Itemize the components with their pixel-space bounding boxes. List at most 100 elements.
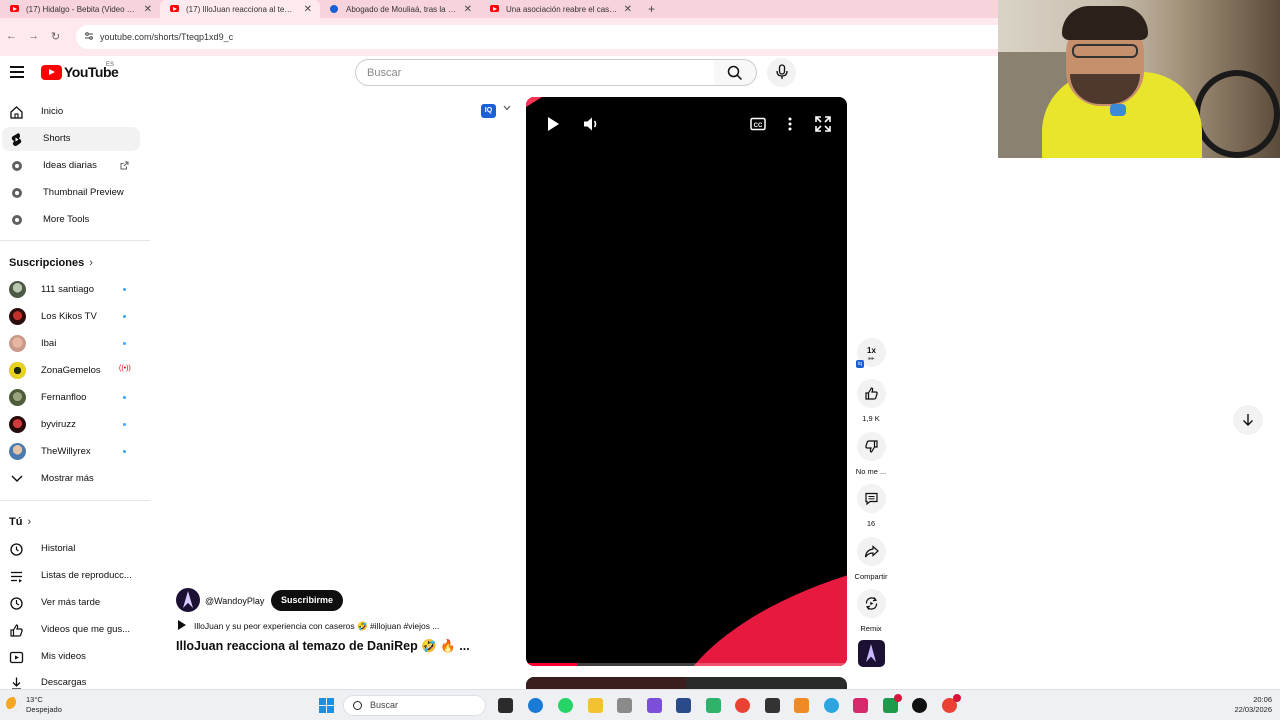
subscribe-button[interactable]: Suscribirme — [271, 590, 343, 611]
new-content-dot — [123, 288, 126, 291]
close-icon[interactable]: ✕ — [304, 4, 312, 15]
sidebar-item-inicio[interactable]: Inicio — [0, 100, 138, 124]
url-field[interactable]: youtube.com/shorts/Tteqp1xd9_c — [76, 25, 998, 49]
next-short-button[interactable] — [1233, 405, 1263, 435]
chrome-icon[interactable] — [942, 694, 961, 713]
channel-thumbnail[interactable] — [858, 640, 885, 667]
browser-tab[interactable]: Una asociación reabre el caso c... ✕ — [480, 0, 640, 18]
subscription-label: ZonaGemelos — [41, 365, 101, 376]
show-more-button[interactable]: Mostrar más — [0, 467, 140, 491]
voice-search-button[interactable] — [767, 58, 796, 87]
search-button[interactable] — [714, 59, 757, 86]
comment-count: 16 — [866, 519, 876, 528]
new-tab-button[interactable]: + — [640, 2, 663, 16]
shorts-player[interactable]: CC — [526, 97, 847, 666]
play-icon — [178, 620, 186, 630]
app-icon[interactable] — [617, 698, 632, 713]
close-icon[interactable]: ✕ — [464, 4, 472, 15]
comments-button[interactable] — [857, 484, 886, 513]
close-icon[interactable]: ✕ — [144, 4, 152, 15]
android-icon[interactable] — [706, 698, 721, 713]
sidebar-item-more-tools[interactable]: More Tools — [0, 208, 138, 232]
windows-start-icon[interactable] — [319, 698, 334, 713]
divider — [0, 240, 150, 241]
video-editor-icon[interactable] — [647, 698, 662, 713]
play-icon[interactable] — [544, 115, 562, 133]
channel-avatar[interactable] — [176, 588, 200, 612]
chrome-icon[interactable] — [735, 698, 750, 713]
dislike-button[interactable] — [857, 432, 886, 461]
sidebar-item-liked-videos[interactable]: Videos que me gus... — [0, 618, 138, 642]
search-input[interactable]: Buscar — [355, 59, 715, 86]
subscription-item[interactable]: ZonaGemelos ((•)) — [0, 359, 140, 383]
share-icon — [864, 545, 879, 558]
subscription-label: Fernanfloo — [41, 392, 87, 403]
sidebar-item-label: Shorts — [43, 133, 71, 144]
tab-label: Una asociación reabre el caso c... — [506, 4, 618, 14]
site-info-icon[interactable] — [84, 31, 94, 41]
telegram-icon[interactable] — [824, 698, 839, 713]
rtve-icon[interactable] — [794, 698, 809, 713]
playback-speed-button[interactable]: 1x ▸▸ iq — [856, 338, 886, 368]
system-clock[interactable]: 20:06 22/03/2026 — [1226, 695, 1272, 715]
browser-tab-active[interactable]: (17) IlloJuan reacciona al temaz... ✕ — [160, 0, 320, 18]
store-icon[interactable] — [676, 698, 691, 713]
subscription-item[interactable]: Fernanfloo — [0, 386, 140, 410]
sidebar-item-my-videos[interactable]: Mis videos — [0, 645, 138, 669]
app-icon[interactable] — [883, 694, 902, 713]
captions-icon[interactable]: CC — [749, 115, 767, 133]
like-button[interactable] — [857, 379, 886, 408]
new-content-dot — [123, 315, 126, 318]
youtube-icon — [170, 5, 179, 12]
browser-tab[interactable]: Abogado de Mouliaá, tras la pe... ✕ — [320, 0, 480, 18]
playlist-icon — [11, 571, 22, 583]
taskbar-search[interactable]: Buscar — [343, 695, 486, 716]
related-video-link[interactable]: IlloJuan y su peor experiencia con caser… — [178, 620, 439, 632]
sidebar-item-thumbnail-preview[interactable]: Thumbnail Preview — [0, 181, 138, 205]
subscription-item[interactable]: Ibai — [0, 332, 140, 356]
arrow-down-icon — [1243, 414, 1253, 426]
channel-handle[interactable]: @WandoyPlay — [205, 596, 264, 606]
forward-icon[interactable]: → — [28, 30, 39, 42]
browser-tab[interactable]: (17) Hidalgo - Bebita (Video of... ✕ — [0, 0, 160, 18]
subscriptions-header[interactable]: Suscripciones › — [9, 257, 93, 269]
new-content-dot — [123, 423, 126, 426]
sidebar-item-shorts[interactable]: Shorts — [2, 127, 140, 151]
subscription-item[interactable]: TheWillyrex — [0, 440, 140, 464]
sidebar-item-historial[interactable]: Historial — [0, 537, 138, 561]
sidebar-item-watch-later[interactable]: Ver más tarde — [0, 591, 138, 615]
short-title[interactable]: IlloJuan reacciona al temazo de DaniRep … — [176, 639, 470, 654]
avatar — [9, 281, 26, 298]
share-button[interactable] — [857, 537, 886, 566]
reload-icon[interactable]: ↻ — [51, 30, 60, 43]
edge-icon[interactable] — [528, 698, 543, 713]
subscription-item[interactable]: Los Kikos TV — [0, 305, 140, 329]
task-view-icon[interactable] — [498, 698, 513, 713]
youtube-logo[interactable]: YouTube ES — [41, 62, 119, 80]
close-icon[interactable]: ✕ — [624, 4, 632, 15]
instagram-icon[interactable] — [853, 698, 868, 713]
volume-icon[interactable] — [582, 115, 600, 133]
fullscreen-icon[interactable] — [814, 115, 832, 133]
terminal-icon[interactable] — [765, 698, 780, 713]
sidebar-item-ideas-diarias[interactable]: Ideas diarias — [0, 154, 138, 178]
remix-button[interactable] — [857, 589, 886, 618]
sidebar-item-playlists[interactable]: Listas de reproducc... — [0, 564, 138, 588]
progress-bar[interactable] — [526, 663, 847, 666]
youtube-icon — [10, 5, 19, 12]
video-icon — [9, 651, 24, 664]
chevron-down-icon[interactable] — [503, 105, 511, 111]
subscription-item[interactable]: 111 santiago — [0, 278, 140, 302]
subscription-item[interactable]: byviruzz — [0, 413, 140, 437]
shorts-icon — [11, 133, 22, 146]
tiktok-icon[interactable] — [912, 698, 927, 713]
file-explorer-icon[interactable] — [588, 698, 603, 713]
search-icon — [727, 65, 743, 81]
whatsapp-icon[interactable] — [558, 698, 573, 713]
menu-icon[interactable] — [10, 66, 24, 78]
iq-extension-icon[interactable]: IQ — [481, 104, 496, 118]
more-options-icon[interactable] — [781, 115, 799, 133]
back-icon[interactable]: ← — [6, 30, 17, 42]
weather-widget[interactable]: 13°C Despejado — [6, 695, 62, 715]
you-header[interactable]: Tú › — [9, 516, 31, 528]
